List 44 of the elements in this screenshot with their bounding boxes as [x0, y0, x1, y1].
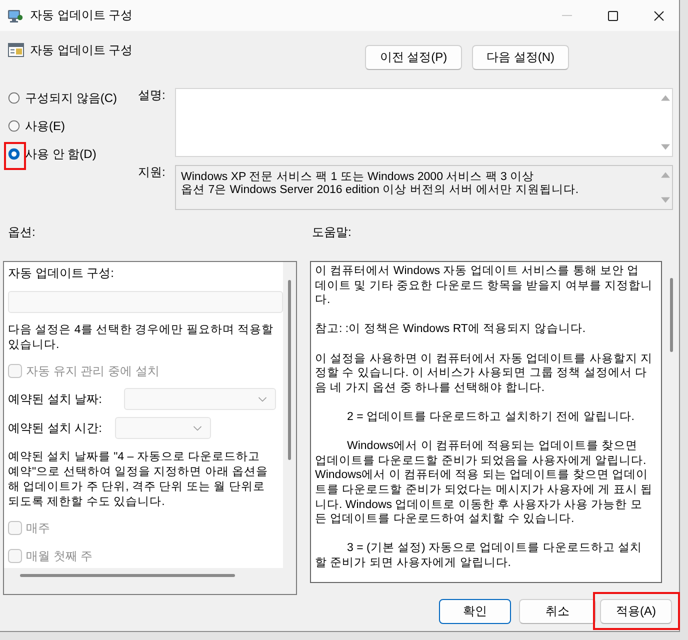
scroll-up-icon[interactable] — [660, 172, 670, 178]
radio-option[interactable]: 사용(E) — [8, 116, 65, 136]
radio-icon[interactable] — [8, 120, 20, 132]
dialog-button[interactable]: 적용(A) — [600, 599, 672, 624]
field-label: 예약된 설치 날짜: — [8, 390, 104, 408]
chevron-down-icon — [258, 396, 267, 402]
section-label: 도움말: — [312, 225, 352, 239]
field-label: 지원: — [138, 165, 166, 179]
help-paragraph: 이 컴퓨터에서 Windows 자동 업데이트 서비스를 통해 보안 업 데이트 및 기타 중요한 다운로드 항목을 받을지 여부를 지정합니 다. — [315, 264, 654, 308]
radio-option[interactable]: 사용 안 함(D) — [8, 144, 96, 164]
dialog-button[interactable]: 취소 — [519, 599, 596, 624]
field-label: 설명: — [138, 88, 166, 102]
help-paragraph: 참고: :이 정책은 Windows RT에 적용되지 않습니다. — [315, 322, 587, 337]
scroll-up-icon[interactable] — [660, 95, 670, 101]
help-paragraph: 2 = 업데이트를 다운로드하고 설치하기 전에 알립니다. — [346, 410, 636, 425]
computer-icon — [7, 8, 23, 24]
help-paragraph: 이 설정을 사용하면 이 컴퓨터에서 자동 업데이트를 사용할지 지 정할 수 있습니다. 이 서비스가 사용되면 그룹 정책 설정에서 다 음 네 가지 옵션 중 하나를 선택해야 합니다. — [315, 352, 654, 396]
nav-button[interactable]: 이전 설정(P) — [365, 45, 462, 70]
supported-on-text: Windows XP 전문 서비스 팩 1 또는 Windows 2000 서비스 팩 3 이상 옵션 7은 Windows Server 2016 edition 이상 버전의 서버 에서만 지원됩니다. — [180, 170, 580, 198]
maximize-icon[interactable] — [608, 10, 618, 20]
nav-button[interactable]: 다음 설정(N) — [472, 45, 569, 70]
help-paragraph: 3 = (기본 설정) 자동으로 업데이트를 다운로드하고 설치 할 준비가 되면 사용자에게 알립니다. — [315, 541, 644, 570]
option-note: 다음 설정은 4를 선택한 경우에만 필요하며 적용할 있습니다. — [8, 323, 274, 353]
scrollbar-thumb[interactable] — [20, 574, 235, 577]
scrollbar-thumb[interactable] — [670, 278, 673, 352]
setting-title: 자동 업데이트 구성 — [30, 42, 133, 59]
scroll-down-icon[interactable] — [660, 197, 670, 203]
option-label: 자동 업데이트 구성: — [8, 266, 114, 280]
comment-field[interactable] — [175, 88, 673, 157]
scrollbar-thumb[interactable] — [288, 280, 291, 460]
chevron-down-icon — [193, 426, 202, 430]
radio-icon[interactable] — [8, 92, 20, 104]
scroll-down-icon[interactable] — [660, 144, 670, 150]
help-paragraph: Windows에서 이 컴퓨터에 적용되는 업데이트를 찾으면 업데이트를 다운로드할 준비가 되었음을 사용자에게 알립니다. Windows에서 이 컴퓨터에 적용 되는 업데이트를 찾으면 업데이 트를 다운로드할 준비가 되었다는 메시지가 사용자에 게 표시 됩 니다. Windows 업데이트로 이동한 후 사용자가 사용 가능한 모 든 업데이트를 다운로드하여 설치할 수 있습니다. — [315, 439, 654, 527]
window-title: 자동 업데이트 구성 — [30, 7, 133, 24]
minimize-icon[interactable] — [562, 15, 572, 16]
window-icon — [8, 42, 24, 58]
radio-option[interactable]: 구성되지 않음(C) — [8, 88, 117, 108]
option-note: 예약된 설치 날짜를 "4 – 자동으로 다운로드하고 예약"으로 선택하여 일정을 지정하면 아래 옵션을 해 업데이트가 주 단위, 격주 단위 또는 월 단위로 되도록 제한할 수도 있습니다. — [8, 450, 268, 510]
radio-icon[interactable] — [8, 148, 20, 160]
section-label: 옵션: — [8, 225, 36, 239]
field-label: 예약된 설치 시간: — [8, 420, 104, 436]
close-icon[interactable] — [654, 10, 664, 20]
dialog-button[interactable]: 확인 — [439, 599, 511, 624]
